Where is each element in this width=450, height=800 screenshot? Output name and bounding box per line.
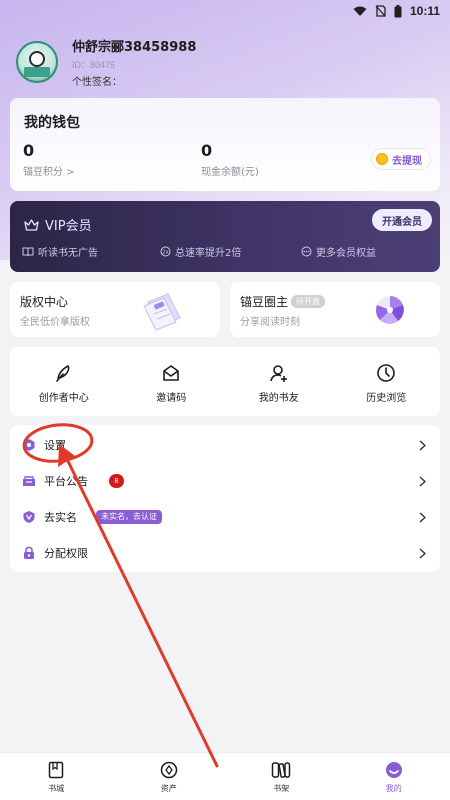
vip-feature-no-ads: 听读书无广告 (22, 244, 98, 259)
vip-feature-more: 更多会员权益 (301, 244, 376, 259)
chevron-right-icon (419, 475, 426, 487)
vip-title-text: VIP会员 (45, 219, 92, 234)
document-illustration-icon (143, 293, 181, 331)
circle-owner-title-text: 锚豆圈主 (240, 295, 289, 309)
shortcut-label: 创作者中心 (38, 393, 89, 404)
bookshelf-icon (272, 762, 291, 778)
shortcut-label: 历史浏览 (366, 393, 407, 404)
copyright-center-card[interactable]: 版权中心 全民低价拿版权 (10, 282, 220, 337)
menu-label: 去实名 (44, 511, 77, 524)
menu-item-settings[interactable]: 设置 (10, 427, 440, 463)
wifi-icon (353, 6, 367, 16)
wallet-title: 我的钱包 (24, 115, 80, 131)
profile-icon (385, 762, 402, 778)
announcement-icon (23, 476, 35, 486)
vip-title: VIP会员 (24, 215, 92, 234)
menu-label: 平台公告 (44, 475, 88, 488)
nav-label: 资产 (160, 784, 177, 793)
vip-feature-speed: 2x 总速率提升2倍 (160, 244, 241, 259)
shortcuts-panel: 创作者中心 邀请码 我的书友 历史浏览 (10, 347, 440, 416)
menu-item-verify[interactable]: 去实名 未实名，去认证 (10, 499, 440, 535)
copyright-subtitle: 全民低价拿版权 (20, 317, 90, 328)
circle-owner-title: 锚豆圈主 待开放 (240, 293, 326, 310)
no-sim-icon (375, 5, 386, 17)
chevron-right-icon (419, 511, 426, 523)
vip-feature-text: 听读书无广告 (38, 248, 98, 259)
circle-owner-subtitle: 分享阅读时刻 (240, 317, 300, 328)
vip-feature-text: 更多会员权益 (316, 248, 376, 259)
points-label[interactable]: 锚豆积分 > (23, 163, 75, 178)
clock-icon (377, 364, 396, 382)
nav-label: 书城 (48, 784, 65, 793)
invite-code-shortcut[interactable]: 邀请码 (118, 347, 226, 416)
username: 仲舒宗郦38458988 (72, 40, 197, 55)
shortcut-label: 邀请码 (156, 393, 187, 404)
open-vip-button[interactable]: 开通会员 (372, 209, 432, 231)
more-icon (301, 246, 312, 257)
menu-label: 分配权限 (44, 547, 88, 560)
copyright-title: 版权中心 (20, 295, 69, 309)
circle-owner-card[interactable]: 锚豆圈主 待开放 分享阅读时刻 (230, 282, 440, 337)
bottom-navigation: 书城 资产 书架 我的 (0, 752, 450, 800)
verify-icon (23, 511, 35, 523)
chevron-right-icon (419, 547, 426, 559)
creator-center-shortcut[interactable]: 创作者中心 (10, 347, 118, 416)
envelope-icon (163, 365, 180, 381)
menu-item-announcements[interactable]: 平台公告 8 (10, 463, 440, 499)
lock-icon (24, 546, 34, 559)
withdraw-button[interactable]: 去提现 (372, 149, 430, 169)
vip-feature-text: 总速率提升2倍 (175, 248, 242, 259)
shortcut-label: 我的书友 (258, 393, 299, 404)
user-id: ID：80475 (72, 60, 116, 70)
unread-count-badge: 8 (109, 474, 124, 488)
nav-label: 书架 (273, 784, 290, 793)
avatar[interactable] (16, 41, 58, 83)
battery-icon (394, 4, 402, 17)
unverified-tag: 未实名，去认证 (96, 510, 162, 524)
pen-icon (55, 365, 70, 382)
crown-icon (24, 218, 39, 231)
wallet-card: 我的钱包 0 锚豆积分 > 0 现金余额(元) 去提现 (10, 98, 440, 191)
assets-icon (160, 761, 177, 779)
signature-label: 个性签名： (72, 77, 122, 88)
withdraw-label: 去提现 (392, 155, 422, 167)
bookstore-icon (49, 761, 64, 779)
cash-value: 0 (201, 141, 213, 160)
history-shortcut[interactable]: 历史浏览 (333, 347, 441, 416)
status-bar: 10:11 (0, 0, 450, 22)
chevron-right-icon (419, 439, 426, 451)
nav-label: 我的 (385, 784, 402, 793)
book-icon (22, 247, 34, 256)
menu-label: 设置 (44, 439, 66, 452)
points-value[interactable]: 0 (23, 141, 34, 160)
vip-card[interactable]: VIP会员 开通会员 听读书无广告 2x 总速率提升2倍 更多会员权益 (10, 201, 440, 272)
svg-text:2x: 2x (162, 250, 168, 256)
book-friends-shortcut[interactable]: 我的书友 (225, 347, 333, 416)
nav-profile[interactable]: 我的 (338, 753, 450, 800)
pie-illustration-icon (375, 296, 404, 324)
nav-bookstore[interactable]: 书城 (0, 753, 113, 800)
coming-soon-badge: 待开放 (291, 295, 326, 308)
settings-icon (23, 439, 35, 451)
speed-icon: 2x (160, 246, 171, 257)
add-friend-icon (269, 365, 287, 382)
nav-assets[interactable]: 资产 (113, 753, 226, 800)
settings-menu: 设置 平台公告 8 去实名 未实名，去认证 分配权限 (10, 425, 440, 572)
clock-time: 10:11 (409, 4, 440, 18)
profile-header[interactable]: 仲舒宗郦38458988 ID：80475 个性签名： (16, 36, 196, 88)
coin-icon (376, 153, 388, 165)
cash-label: 现金余额(元) (201, 167, 259, 178)
nav-bookshelf[interactable]: 书架 (225, 753, 338, 800)
menu-item-permissions[interactable]: 分配权限 (10, 535, 440, 571)
